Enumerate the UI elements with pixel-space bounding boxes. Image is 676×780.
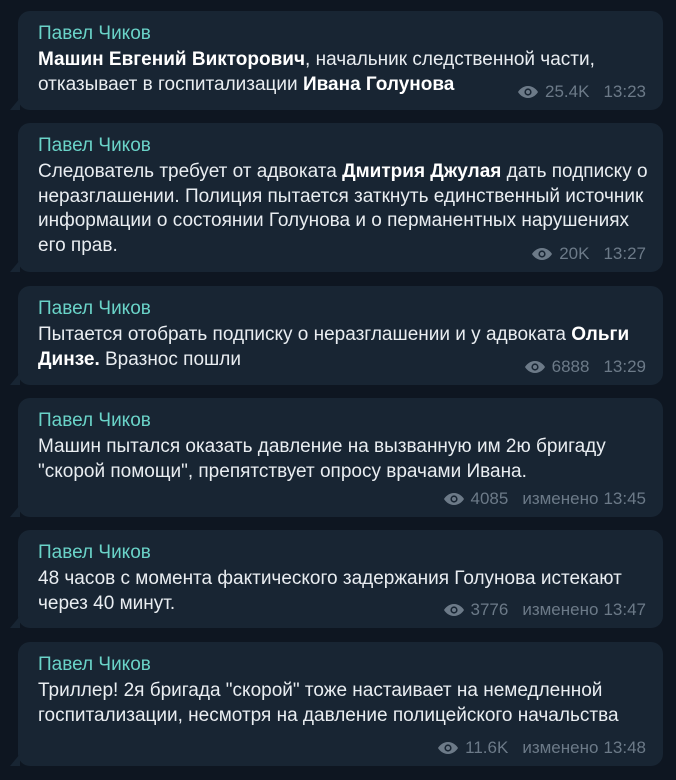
message-author[interactable]: Павел Чиков bbox=[38, 541, 151, 565]
message-author[interactable]: Павел Чиков bbox=[38, 134, 151, 158]
message-text-bold: Машин Евгений Викторович bbox=[38, 49, 306, 70]
message-feed: Павел Чиков Машин Евгений Викторович, на… bbox=[0, 0, 676, 780]
message-text-bold: Ивана Голунова bbox=[302, 73, 455, 95]
message-time: 13:48 bbox=[603, 738, 646, 757]
eye-icon bbox=[524, 360, 546, 374]
message-bubble[interactable]: Павел Чиков Машин пытался оказать давлен… bbox=[10, 398, 663, 517]
message-time: 13:27 bbox=[603, 244, 646, 263]
message-meta: 6888 13:29 bbox=[524, 357, 646, 377]
view-count: 3776 bbox=[470, 600, 509, 619]
message-time: 13:47 bbox=[603, 600, 646, 619]
message-text-part: Триллер! 2я бригада "скорой" тоже настаи… bbox=[38, 680, 619, 726]
edited-label: изменено bbox=[522, 738, 599, 757]
message-time: 13:45 bbox=[603, 489, 646, 508]
view-count: 4085 bbox=[470, 489, 509, 508]
view-count: 11.6K bbox=[465, 738, 509, 757]
view-count: 20K bbox=[559, 244, 590, 263]
message-text: Триллер! 2я бригада "скорой" тоже настаи… bbox=[38, 679, 648, 728]
message-author[interactable]: Павел Чиков bbox=[38, 22, 151, 46]
message-bubble[interactable]: Павел Чиков Машин Евгений Викторович, на… bbox=[10, 11, 663, 110]
message-bubble[interactable]: Павел Чиков 48 часов с момента фактическ… bbox=[10, 530, 663, 628]
eye-icon bbox=[443, 603, 465, 617]
message-author[interactable]: Павел Чиков bbox=[38, 297, 151, 321]
message-meta: 20K 13:27 bbox=[531, 244, 646, 264]
message-meta: 11.6K изменено 13:48 bbox=[437, 738, 646, 758]
eye-icon bbox=[443, 492, 465, 506]
eye-icon bbox=[531, 247, 553, 261]
eye-icon bbox=[517, 85, 539, 99]
message-bubble[interactable]: Павел Чиков Триллер! 2я бригада "скорой"… bbox=[10, 642, 663, 766]
message-text-part: Следователь требует от адвоката bbox=[38, 161, 343, 182]
message-text-part: Вразнос пошли bbox=[99, 348, 241, 370]
view-count: 6888 bbox=[551, 357, 590, 376]
message-author[interactable]: Павел Чиков bbox=[38, 409, 151, 433]
message-bubble[interactable]: Павел Чиков Следователь требует от адвок… bbox=[10, 123, 663, 272]
eye-icon bbox=[437, 741, 459, 755]
message-text-part: Пытается отобрать подписку о неразглашен… bbox=[38, 324, 572, 345]
edited-label: изменено bbox=[522, 489, 599, 508]
message-meta: 25.4K 13:23 bbox=[517, 82, 646, 102]
message-text-bold: Дмитрия Джулая bbox=[342, 161, 502, 182]
message-bubble[interactable]: Павел Чиков Пытается отобрать подписку о… bbox=[10, 286, 663, 385]
view-count: 25.4K bbox=[545, 82, 590, 101]
message-meta: 3776 изменено 13:47 bbox=[443, 600, 646, 620]
message-text-part: Машин пытался оказать давление на вызван… bbox=[38, 436, 606, 482]
message-meta: 4085 изменено 13:45 bbox=[443, 489, 646, 509]
message-time: 13:29 bbox=[603, 357, 646, 376]
message-author[interactable]: Павел Чиков bbox=[38, 653, 151, 677]
message-time: 13:23 bbox=[603, 82, 646, 101]
edited-label: изменено bbox=[522, 600, 599, 619]
message-text: Машин пытался оказать давление на вызван… bbox=[38, 435, 648, 484]
